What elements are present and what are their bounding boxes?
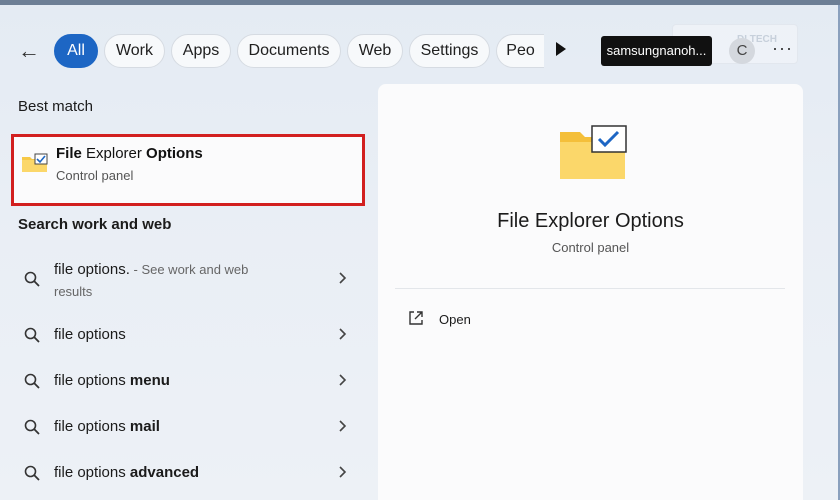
chevron-right-icon (339, 420, 347, 432)
best-match-result[interactable]: File Explorer Options Control panel (11, 134, 365, 206)
account-chip[interactable]: samsungnanoh... (601, 36, 712, 66)
search-result-text: file options mail (54, 418, 160, 435)
search-icon (24, 419, 40, 435)
search-result-hint: results (54, 284, 93, 299)
filter-tab-work[interactable]: Work (104, 34, 165, 68)
chevron-right-icon (339, 328, 347, 340)
search-icon (24, 327, 40, 343)
filter-tab-documents[interactable]: Documents (237, 34, 341, 68)
back-arrow-icon[interactable]: ← (18, 38, 44, 64)
chevron-right-icon (339, 466, 347, 478)
search-result-item[interactable]: file options mail (14, 406, 364, 448)
more-filters-play-icon[interactable] (556, 42, 566, 56)
folder-checkmark-icon (22, 153, 48, 172)
avatar[interactable]: C (729, 38, 755, 64)
search-result-item[interactable]: file options advanced (14, 452, 364, 494)
search-result-item[interactable]: file options. - See work and web results (14, 250, 364, 306)
filter-tab-settings[interactable]: Settings (409, 34, 490, 68)
open-external-icon (409, 311, 423, 325)
filter-tab-apps[interactable]: Apps (171, 34, 231, 68)
best-match-subtitle: Control panel (56, 168, 134, 183)
search-icon (24, 465, 40, 481)
preview-subtitle: Control panel (551, 240, 630, 255)
preview-pane: File Explorer Options Control panel Open (378, 84, 803, 500)
folder-checkmark-icon (560, 125, 627, 179)
search-result-text: file options (54, 326, 126, 343)
search-result-text: file options advanced (54, 464, 200, 481)
chevron-right-icon (339, 374, 347, 386)
best-match-heading: Best match (18, 98, 94, 115)
search-icon (24, 271, 40, 287)
search-web-heading: Search work and web (18, 216, 172, 233)
chevron-right-icon (339, 272, 347, 284)
preview-title: File Explorer Options (497, 210, 684, 232)
filter-tab-all[interactable]: All (54, 34, 98, 68)
filter-tab-people[interactable]: Peo (496, 34, 544, 68)
more-options-icon[interactable]: ··· (772, 38, 793, 59)
open-action-label: Open (439, 312, 471, 327)
search-result-text: file options. - See work and web (54, 261, 249, 278)
open-action[interactable]: Open (402, 306, 602, 332)
search-result-item[interactable]: file options (14, 314, 364, 356)
search-result-item[interactable]: file options menu (14, 360, 364, 402)
search-result-text: file options menu (54, 372, 170, 389)
best-match-title: File Explorer Options (56, 145, 203, 162)
search-icon (24, 373, 40, 389)
filter-tab-web[interactable]: Web (347, 34, 403, 68)
divider (395, 288, 785, 289)
